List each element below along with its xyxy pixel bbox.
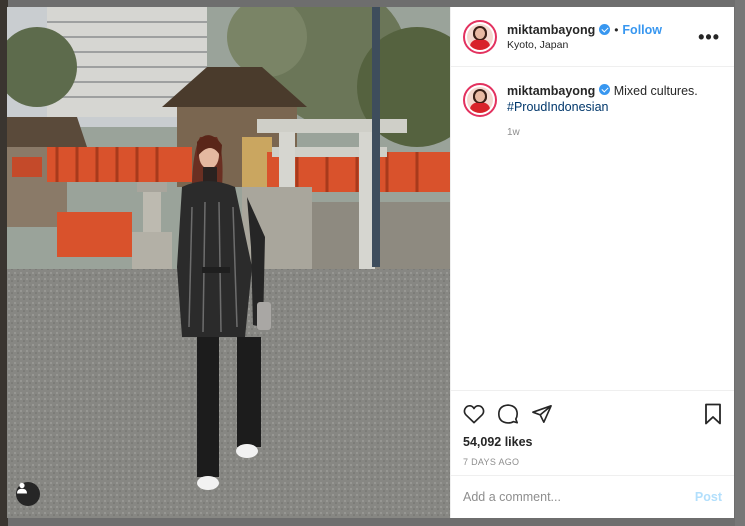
post-photo[interactable] — [7, 7, 450, 518]
tagged-user-button[interactable] — [16, 482, 40, 506]
caption-verified-badge-icon — [599, 84, 611, 95]
hashtag-link[interactable]: #ProudIndonesian — [507, 99, 698, 115]
heart-icon[interactable] — [463, 404, 485, 424]
caption-avatar[interactable] — [463, 83, 497, 117]
caption-username-link[interactable]: miktambayong — [507, 84, 595, 98]
share-icon[interactable] — [531, 404, 553, 424]
post-header: miktambayong • Follow Kyoto, Japan ••• — [451, 7, 734, 67]
post-comment-button[interactable]: Post — [695, 490, 722, 504]
likes-count[interactable]: 54,092 likes — [463, 435, 722, 449]
verified-badge-icon — [599, 24, 611, 35]
user-icon — [17, 482, 27, 494]
post-details-panel: miktambayong • Follow Kyoto, Japan ••• m… — [450, 7, 734, 518]
post-timestamp[interactable]: 7 DAYS AGO — [463, 457, 722, 467]
location-link[interactable]: Kyoto, Japan — [507, 39, 698, 51]
separator-dot: • — [614, 22, 619, 37]
bookmark-icon[interactable] — [704, 403, 722, 425]
backdrop-right — [735, 0, 745, 526]
comment-icon[interactable] — [497, 403, 519, 425]
username-link[interactable]: miktambayong — [507, 23, 595, 37]
comment-input[interactable] — [463, 490, 695, 504]
caption-text: Mixed cultures. — [613, 84, 698, 98]
more-options-icon[interactable]: ••• — [698, 28, 720, 46]
comment-box: Post — [451, 475, 734, 518]
caption-comment: miktambayong Mixed cultures. #ProudIndon… — [451, 67, 734, 117]
follow-button[interactable]: Follow — [622, 23, 662, 37]
actions-section: 54,092 likes 7 DAYS AGO — [451, 390, 734, 467]
post-modal: miktambayong • Follow Kyoto, Japan ••• m… — [7, 7, 734, 518]
caption-time: 1w — [507, 127, 520, 138]
photo-scene — [7, 7, 450, 518]
avatar[interactable] — [463, 19, 497, 54]
